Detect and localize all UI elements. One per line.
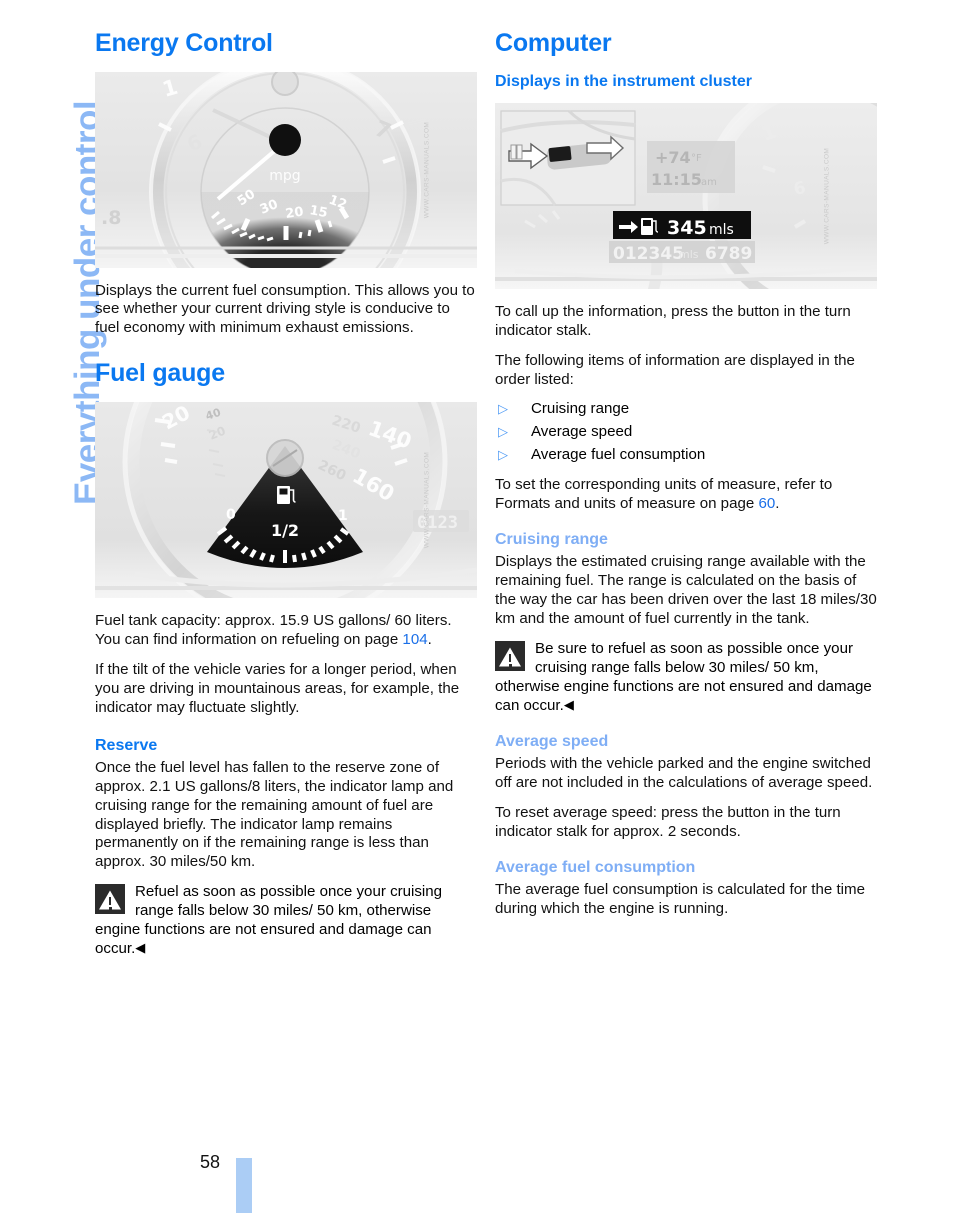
- cluster-illustration: 1 6 +74 °F 11:15 am 345 mls 012345 mls 6…: [495, 102, 877, 289]
- paragraph-order-listed: The following items of information are d…: [495, 351, 855, 388]
- paragraph-cruising-range: Displays the estimated cruising range av…: [495, 553, 877, 628]
- figure-instrument-cluster: 1 6 +74 °F 11:15 am 345 mls 012345 mls 6…: [495, 102, 877, 289]
- figure-fuel-gauge: 20 40 20 220 240 260 140 160 0123 0 1/2 …: [95, 401, 477, 598]
- warning-note-body: Refuel as soon as possible once your cru…: [95, 883, 443, 958]
- subheading-average-fuel-consumption: Average fuel consumption: [495, 858, 696, 876]
- paragraph-fuel-capacity-pre: Fuel tank capacity: approx. 15.9 US gall…: [95, 611, 452, 648]
- warning-triangle-icon: [495, 641, 525, 672]
- paragraph-reset-average-speed: To reset average speed: press the button…: [495, 803, 841, 840]
- warning-note-cruising-range: Be sure to refuel as soon as possible on…: [495, 640, 877, 716]
- subheading-average-speed: Average speed: [495, 732, 609, 750]
- paragraph-reserve: Once the fuel level has fallen to the re…: [95, 758, 454, 871]
- svg-text:am: am: [701, 177, 717, 188]
- warning-note-text: Refuel as soon as possible once your cru…: [95, 883, 477, 959]
- info-items-list: ▷ Cruising range ▷ Average speed ▷ Average …: [495, 400, 877, 465]
- svg-text:+74: +74: [655, 148, 691, 167]
- page-title-computer: Computer: [495, 29, 612, 57]
- svg-text:345: 345: [667, 217, 707, 239]
- paragraph-energy-description: Displays the current fuel consumption. T…: [95, 281, 475, 337]
- chapter-side-tab: Everything under control: [0, 0, 107, 560]
- list-item: ▷ Cruising range: [495, 400, 877, 419]
- page-footer: 58: [0, 1143, 954, 1213]
- page-marker-bar: [236, 1158, 252, 1213]
- svg-text:20: 20: [284, 204, 304, 221]
- paragraph-units-of-measure: To set the corresponding units of measur…: [495, 476, 877, 514]
- list-item: ▷ Average fuel consumption: [495, 446, 877, 465]
- page-reference-104[interactable]: 104: [402, 631, 427, 648]
- image-credit: WWW.CARS-MANUALS.COM: [423, 121, 431, 218]
- svg-text:mpg: mpg: [269, 168, 300, 184]
- energy-gauge-illustration: 1 6 7 .8 50 30 20 15 12 mpg: [95, 71, 477, 268]
- triangle-bullet-icon: ▷: [498, 401, 508, 417]
- page-reference-60[interactable]: 60: [758, 495, 775, 512]
- warning-note-body: Be sure to refuel as soon as possible on…: [495, 640, 872, 714]
- subheading-cruising-range: Cruising range: [495, 531, 608, 549]
- list-item-label: Average fuel consumption: [531, 446, 706, 464]
- list-item-label: Average speed: [531, 423, 633, 441]
- subheading-displays-cluster: Displays in the instrument cluster: [495, 72, 752, 90]
- paragraph-fuel-capacity: Fuel tank capacity: approx. 15.9 US gall…: [95, 612, 477, 650]
- svg-text:0: 0: [226, 507, 236, 523]
- list-item-label: Cruising range: [531, 400, 630, 418]
- section-title-fuel-gauge: Fuel gauge: [95, 359, 225, 388]
- svg-text:15: 15: [308, 203, 328, 221]
- warning-note-refuel: Refuel as soon as possible once your cru…: [95, 883, 477, 959]
- page-number: 58: [200, 1152, 221, 1172]
- warning-end-marker: ◀: [135, 940, 146, 956]
- paragraph-average-speed: Periods with the vehicle parked and the …: [495, 755, 873, 791]
- right-column: Computer Displays in the instrument clus…: [495, 29, 877, 930]
- image-credit: WWW.CARS-MANUALS.COM: [423, 451, 431, 549]
- list-item: ▷ Average speed: [495, 423, 877, 442]
- fuel-gauge-illustration: 20 40 20 220 240 260 140 160 0123 0 1/2 …: [95, 401, 477, 598]
- warning-triangle-icon: [95, 884, 125, 915]
- warning-end-marker: ◀: [563, 696, 574, 712]
- page-title-energy-control: Energy Control: [95, 29, 273, 57]
- manual-page: Everything under control Energy Control: [0, 0, 954, 1213]
- svg-text:mls: mls: [679, 248, 699, 261]
- left-column: Energy Control 1 6 7 .8 50 30 20 15 12 m…: [95, 29, 477, 970]
- subheading-reserve: Reserve: [95, 736, 158, 754]
- svg-text:1: 1: [338, 508, 348, 524]
- triangle-bullet-icon: ▷: [498, 424, 508, 440]
- paragraph-fuel-capacity-post: .: [427, 630, 432, 648]
- figure-energy-control-gauge: 1 6 7 .8 50 30 20 15 12 mpg WWW.CARS-MAN…: [95, 71, 477, 268]
- svg-text:6789: 6789: [705, 244, 752, 264]
- triangle-bullet-icon: ▷: [498, 447, 508, 463]
- svg-text:mls: mls: [709, 222, 734, 238]
- svg-text:.8: .8: [101, 207, 121, 229]
- image-credit: WWW.CARS-MANUALS.COM: [823, 147, 831, 244]
- warning-note-text: Be sure to refuel as soon as possible on…: [495, 640, 877, 716]
- paragraph-units-post: .: [775, 495, 780, 513]
- svg-text:1/2: 1/2: [271, 521, 299, 540]
- svg-text:11:15: 11:15: [651, 170, 702, 189]
- paragraph-average-fuel-consumption: The average fuel consumption is calculat…: [495, 880, 865, 917]
- paragraph-units-pre: To set the corresponding units of measur…: [495, 476, 833, 513]
- svg-text:012345: 012345: [613, 244, 684, 264]
- paragraph-call-up-info: To call up the information, press the bu…: [495, 302, 851, 339]
- svg-text:°F: °F: [691, 153, 702, 164]
- paragraph-tilt-note: If the tilt of the vehicle varies for a …: [95, 660, 460, 716]
